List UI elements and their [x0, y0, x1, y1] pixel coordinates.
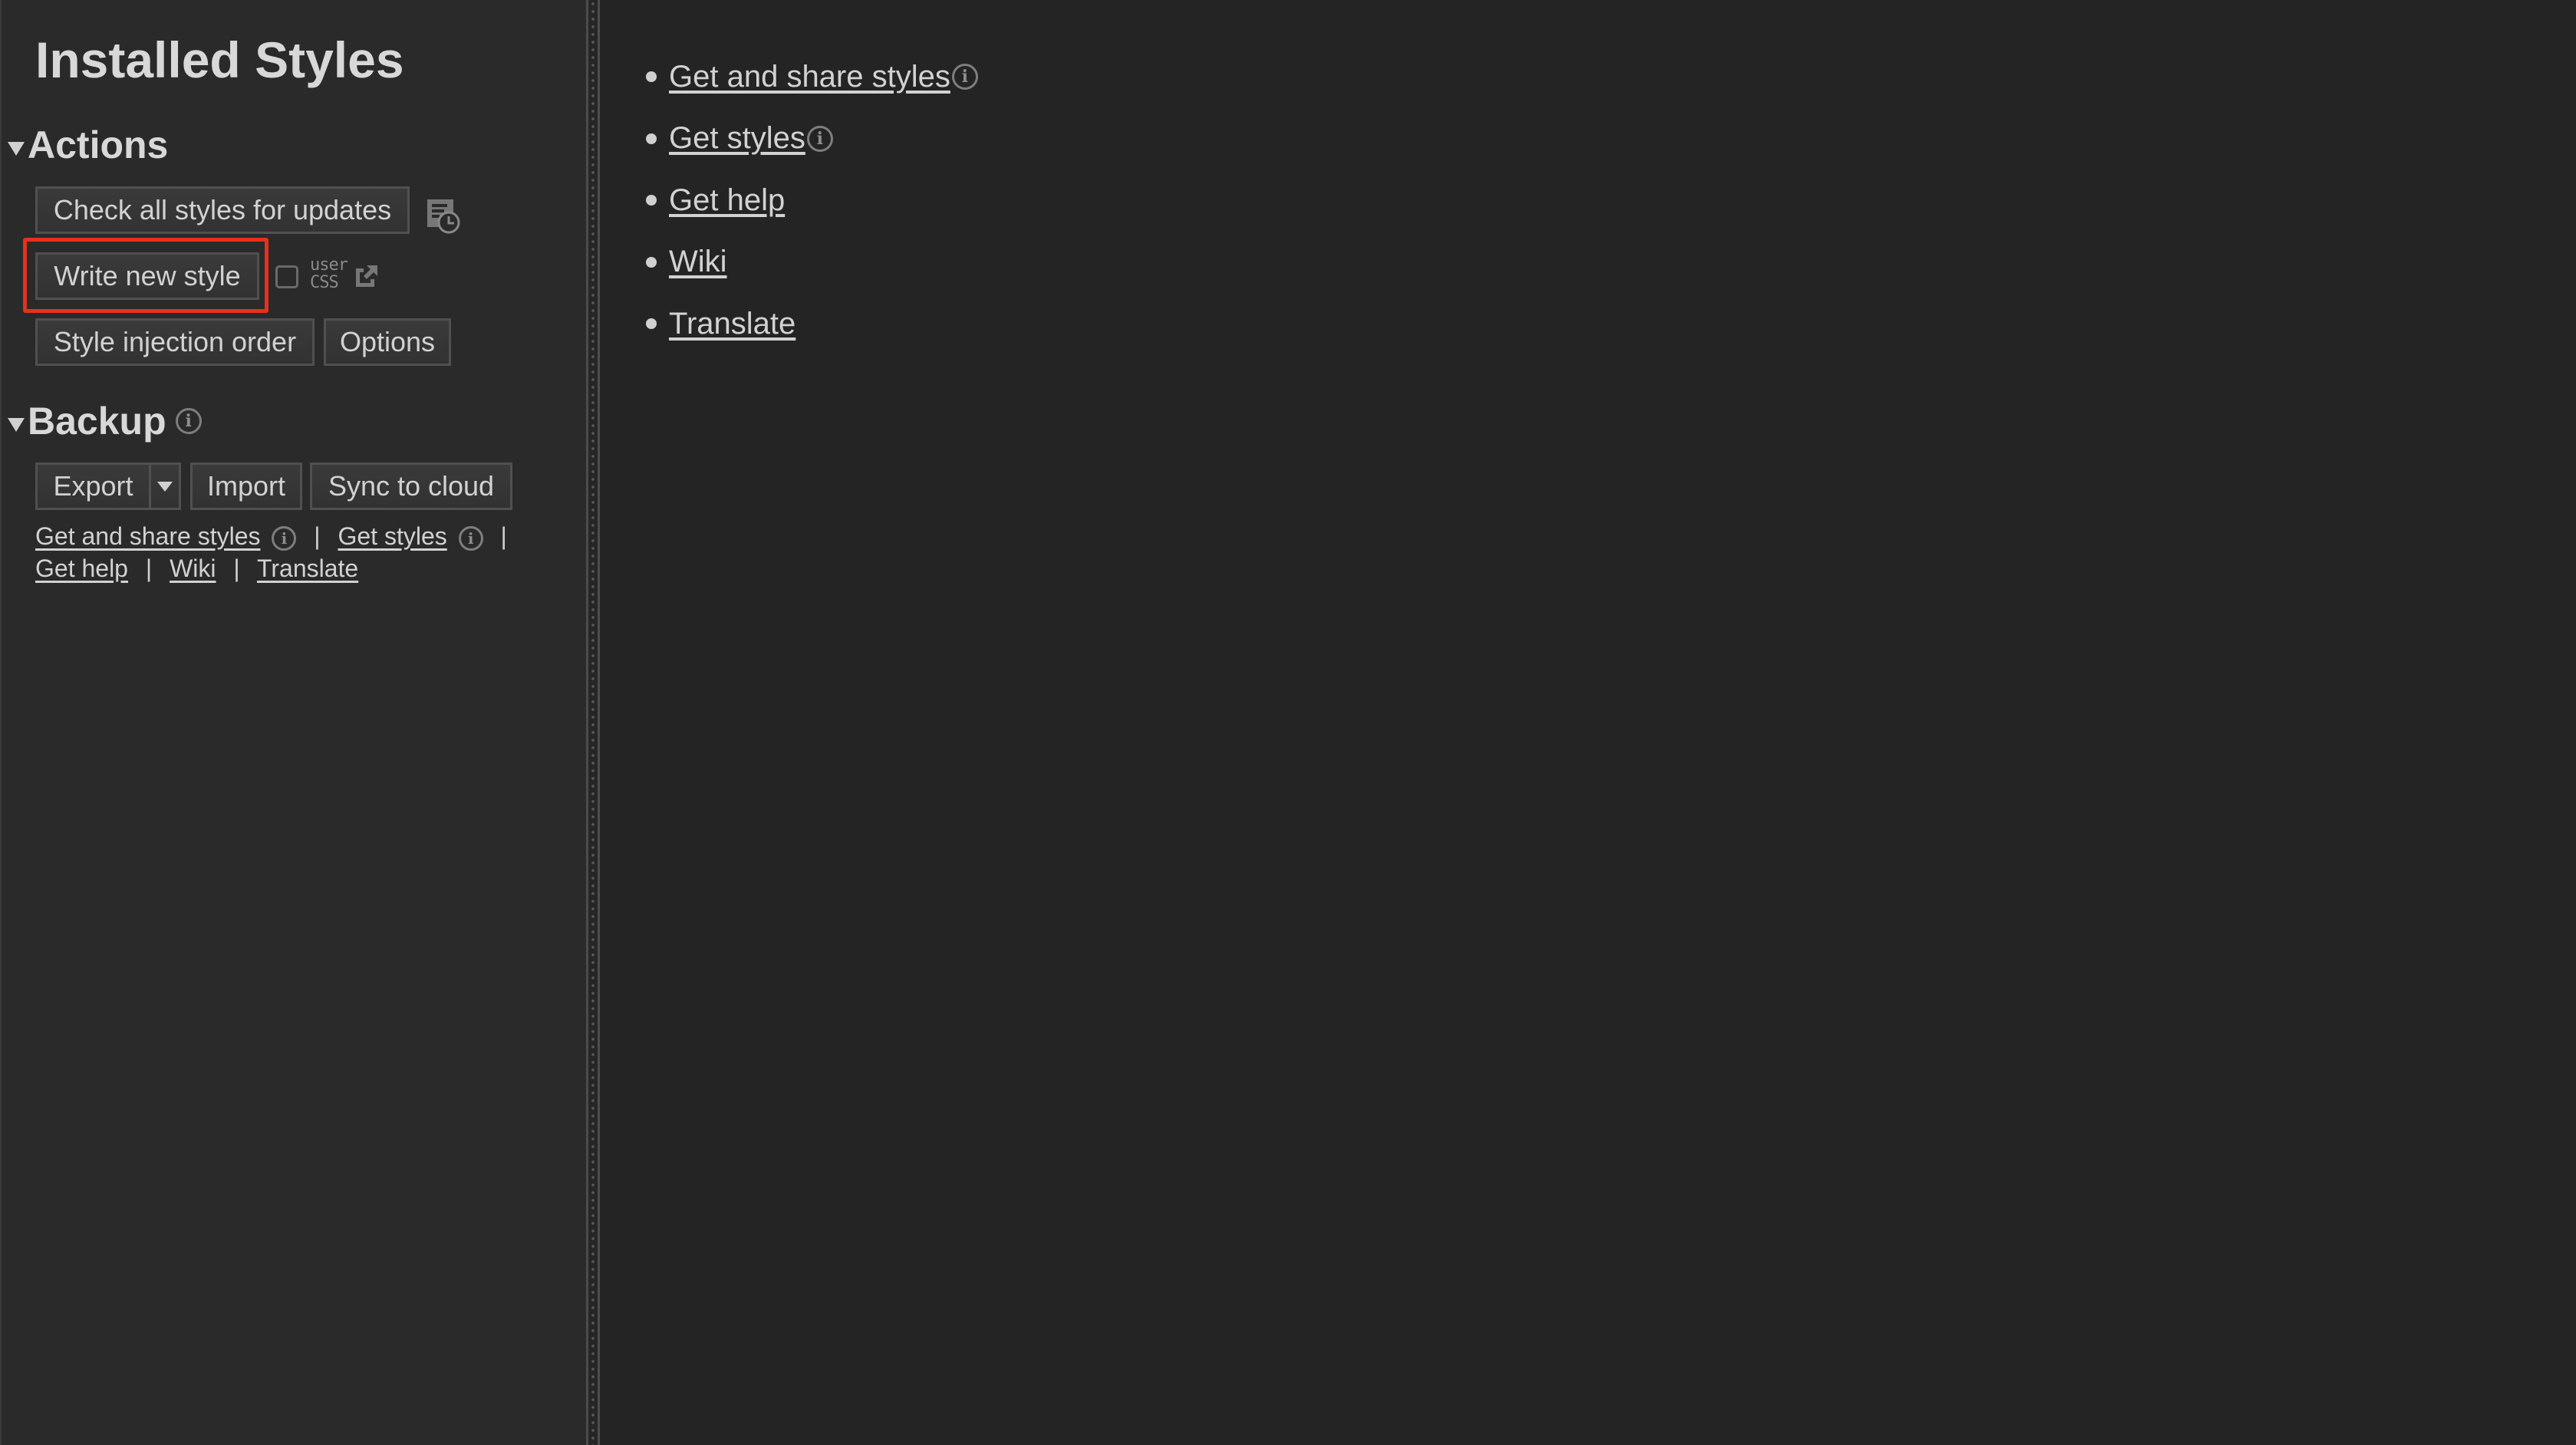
- separator: |: [145, 555, 153, 582]
- info-icon[interactable]: i: [806, 125, 833, 152]
- bullet: [646, 71, 657, 83]
- get-help-link[interactable]: Get help: [669, 183, 785, 218]
- import-button[interactable]: Import: [190, 462, 302, 510]
- options-button[interactable]: Options: [324, 318, 451, 366]
- backup-section-toggle[interactable]: Backup i: [8, 399, 202, 443]
- get-styles-link[interactable]: Get styles: [669, 121, 805, 156]
- write-new-style-button[interactable]: Write new style: [35, 252, 259, 300]
- dropdown-arrow-icon: [157, 481, 173, 492]
- usercss-label[interactable]: user CSS: [310, 256, 348, 291]
- translate-link[interactable]: Translate: [669, 307, 796, 341]
- export-button[interactable]: Export: [35, 462, 149, 510]
- list-item: Get and share styles i: [646, 46, 978, 108]
- get-styles-link[interactable]: Get styles: [338, 522, 446, 550]
- bullet: [646, 318, 657, 330]
- actions-section-toggle[interactable]: Actions: [8, 123, 168, 167]
- bullet: [646, 133, 657, 144]
- info-icon[interactable]: i: [458, 525, 483, 551]
- list-item: Get styles i: [646, 108, 978, 170]
- info-icon[interactable]: i: [272, 525, 297, 551]
- separator: |: [233, 555, 240, 582]
- external-link-icon[interactable]: [353, 262, 380, 290]
- list-item: Translate: [646, 293, 978, 355]
- usercss-checkbox[interactable]: [275, 265, 298, 288]
- export-dropdown-button[interactable]: [149, 462, 181, 510]
- info-icon[interactable]: i: [175, 408, 202, 434]
- help-links-list: Get and share styles i Get styles i Get …: [646, 46, 978, 355]
- sync-to-cloud-button[interactable]: Sync to cloud: [310, 462, 512, 510]
- separator: |: [314, 522, 321, 550]
- expand-triangle-icon: [8, 142, 25, 156]
- list-item: Get help: [646, 170, 978, 232]
- style-injection-order-button[interactable]: Style injection order: [35, 318, 315, 366]
- backup-heading: Backup: [28, 400, 166, 443]
- info-icon[interactable]: i: [951, 64, 978, 91]
- separator: |: [500, 522, 507, 550]
- actions-heading: Actions: [28, 123, 169, 166]
- bullet: [646, 256, 657, 268]
- resize-splitter[interactable]: [586, 0, 600, 1445]
- update-history-icon[interactable]: [427, 198, 460, 235]
- get-and-share-styles-link[interactable]: Get and share styles: [35, 522, 260, 550]
- sidebar-links: Get and share styles i | Get styles i | …: [35, 520, 572, 584]
- get-help-link[interactable]: Get help: [35, 555, 128, 582]
- expand-triangle-icon: [8, 418, 25, 432]
- bullet: [646, 195, 657, 206]
- page-title: Installed Styles: [35, 31, 404, 88]
- wiki-link[interactable]: Wiki: [170, 555, 216, 582]
- main-content: Get and share styles i Get styles i Get …: [600, 0, 2576, 1445]
- translate-link[interactable]: Translate: [257, 555, 358, 582]
- sidebar: Installed Styles Actions Check all style…: [0, 0, 586, 1445]
- get-and-share-styles-link[interactable]: Get and share styles: [669, 60, 950, 94]
- check-updates-button[interactable]: Check all styles for updates: [35, 186, 410, 234]
- wiki-link[interactable]: Wiki: [669, 245, 727, 279]
- list-item: Wiki: [646, 232, 978, 294]
